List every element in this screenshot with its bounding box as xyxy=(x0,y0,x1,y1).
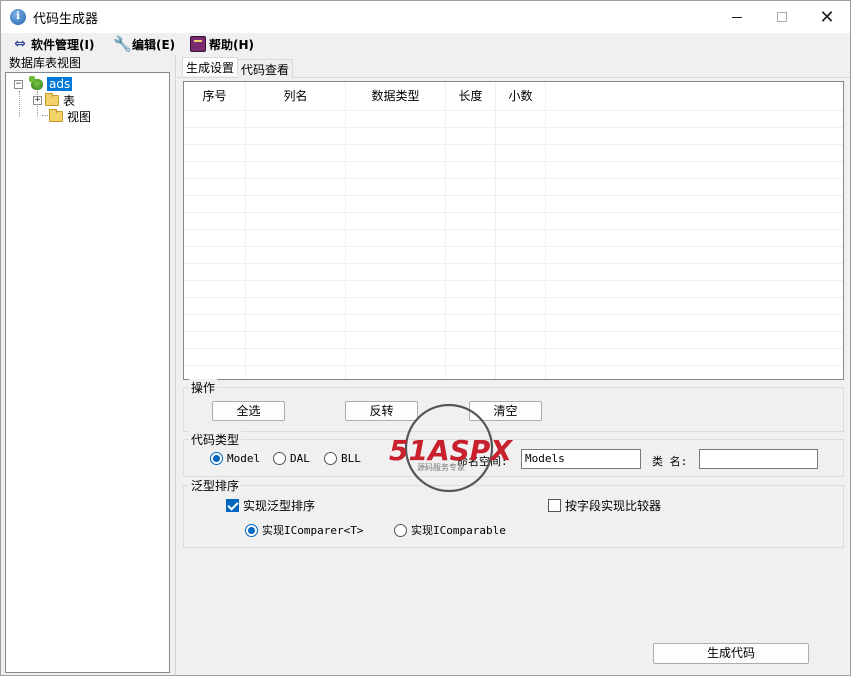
app-info-icon: i xyxy=(10,9,26,25)
menu-help[interactable]: 帮助(H) xyxy=(190,35,254,53)
database-tree-view[interactable]: − ads + 表 视图 xyxy=(5,72,170,673)
book-icon xyxy=(190,36,206,52)
code-type-group-title: 代码类型 xyxy=(189,431,242,448)
grid-column-line xyxy=(495,82,496,379)
radio-dal[interactable]: DAL xyxy=(273,452,310,465)
radio-label: 实现IComparable xyxy=(411,524,506,537)
implement-generic-sort-checkbox[interactable]: 实现泛型排序 xyxy=(226,497,315,514)
radio-unselected-icon xyxy=(273,452,286,465)
table-row xyxy=(184,280,843,297)
table-row xyxy=(184,144,843,161)
grid-column-line xyxy=(445,82,446,379)
generic-sort-group-title: 泛型排序 xyxy=(189,477,242,494)
checkbox-label: 按字段实现比较器 xyxy=(565,499,662,513)
class-name-label: 类 名: xyxy=(652,455,688,468)
radio-label: BLL xyxy=(341,452,361,465)
column-grid[interactable]: 序号 列名 数据类型 长度 小数 xyxy=(183,81,844,380)
minimize-button[interactable] xyxy=(714,1,760,33)
column-header[interactable]: 序号 xyxy=(184,82,246,110)
wrench-icon: 🔧 xyxy=(113,35,132,53)
radio-label: Model xyxy=(227,452,261,465)
radio-selected-icon xyxy=(210,452,223,465)
app-window: i 代码生成器 ✕ ⇔ 软件管理(I) 🔧 编辑(E) 帮助(H) 数据库表视图… xyxy=(0,0,851,676)
maximize-icon xyxy=(777,12,787,22)
close-button[interactable]: ✕ xyxy=(804,1,850,33)
menu-label: 编辑(E) xyxy=(132,37,176,52)
radio-unselected-icon xyxy=(394,523,407,537)
folder-icon xyxy=(49,108,63,122)
maximize-button[interactable] xyxy=(759,1,805,33)
radio-icomparable[interactable]: 实现IComparable xyxy=(394,522,506,538)
menu-bar: ⇔ 软件管理(I) 🔧 编辑(E) 帮助(H) xyxy=(1,33,850,55)
invert-selection-button[interactable]: 反转 xyxy=(345,401,418,421)
tree-node-label[interactable]: ads xyxy=(47,77,73,91)
table-row xyxy=(184,127,843,144)
table-row xyxy=(184,263,843,280)
tree-node-views[interactable]: 视图 xyxy=(46,108,91,124)
radio-selected-icon xyxy=(245,523,258,537)
left-panel-title: 数据库表视图 xyxy=(9,56,82,70)
table-row xyxy=(184,178,843,195)
tree-line xyxy=(19,91,20,117)
title-bar[interactable]: i 代码生成器 ✕ xyxy=(1,1,850,33)
menu-label: 软件管理(I) xyxy=(31,37,95,52)
tree-node-label[interactable]: 视图 xyxy=(67,108,91,125)
menu-software-management[interactable]: ⇔ 软件管理(I) xyxy=(12,35,94,53)
column-header[interactable]: 小数 xyxy=(496,82,546,110)
namespace-input[interactable]: Models xyxy=(521,449,641,469)
operations-group-title: 操作 xyxy=(189,379,218,396)
table-row xyxy=(184,195,843,212)
radio-label: 实现IComparer<T> xyxy=(262,524,364,537)
column-header[interactable]: 数据类型 xyxy=(346,82,446,110)
table-row xyxy=(184,246,843,263)
tree-node-label[interactable]: 表 xyxy=(63,92,75,109)
grid-column-line xyxy=(245,82,246,379)
menu-label: 帮助(H) xyxy=(209,37,255,52)
table-row xyxy=(184,297,843,314)
software-icon: ⇔ xyxy=(14,36,26,52)
table-row xyxy=(184,348,843,365)
field-comparer-checkbox[interactable]: 按字段实现比较器 xyxy=(548,497,661,514)
radio-unselected-icon xyxy=(324,452,337,465)
table-row xyxy=(184,365,843,379)
column-header[interactable]: 列名 xyxy=(246,82,346,110)
table-row xyxy=(184,161,843,178)
namespace-label: 命名空间: xyxy=(457,455,508,468)
tab-code-view[interactable]: 代码查看 xyxy=(238,59,294,78)
window-title: 代码生成器 xyxy=(33,12,99,27)
minimize-icon xyxy=(732,16,742,18)
tab-generate-settings[interactable]: 生成设置 xyxy=(182,57,239,76)
select-all-button[interactable]: 全选 xyxy=(212,401,285,421)
tab-strip: 生成设置 代码查看 xyxy=(182,57,294,78)
generic-sort-group xyxy=(183,485,844,548)
table-row xyxy=(184,229,843,246)
table-row xyxy=(184,314,843,331)
collapse-icon[interactable]: − xyxy=(14,79,23,89)
table-row xyxy=(184,331,843,348)
radio-model[interactable]: Model xyxy=(210,452,260,465)
grid-column-line xyxy=(345,82,346,379)
database-icon xyxy=(29,76,45,92)
folder-icon xyxy=(45,92,59,106)
class-name-input[interactable] xyxy=(699,449,818,469)
menu-edit[interactable]: 🔧 编辑(E) xyxy=(113,35,175,53)
radio-bll[interactable]: BLL xyxy=(324,452,361,465)
generate-code-button[interactable]: 生成代码 xyxy=(653,643,809,664)
radio-icomparer[interactable]: 实现IComparer<T> xyxy=(245,522,363,538)
table-row xyxy=(184,110,843,127)
clear-button[interactable]: 清空 xyxy=(469,401,542,421)
table-row xyxy=(184,212,843,229)
tree-node-ads[interactable]: − ads xyxy=(14,76,73,92)
column-header[interactable]: 长度 xyxy=(446,82,496,110)
expand-icon[interactable]: + xyxy=(33,95,42,105)
checkbox-checked-icon xyxy=(226,499,239,512)
tree-node-tables[interactable]: + 表 xyxy=(33,92,75,108)
grid-column-line xyxy=(545,82,546,379)
radio-label: DAL xyxy=(290,452,310,465)
checkbox-unchecked-icon xyxy=(548,499,561,512)
checkbox-label: 实现泛型排序 xyxy=(243,499,316,513)
grid-header: 序号 列名 数据类型 长度 小数 xyxy=(184,82,843,110)
